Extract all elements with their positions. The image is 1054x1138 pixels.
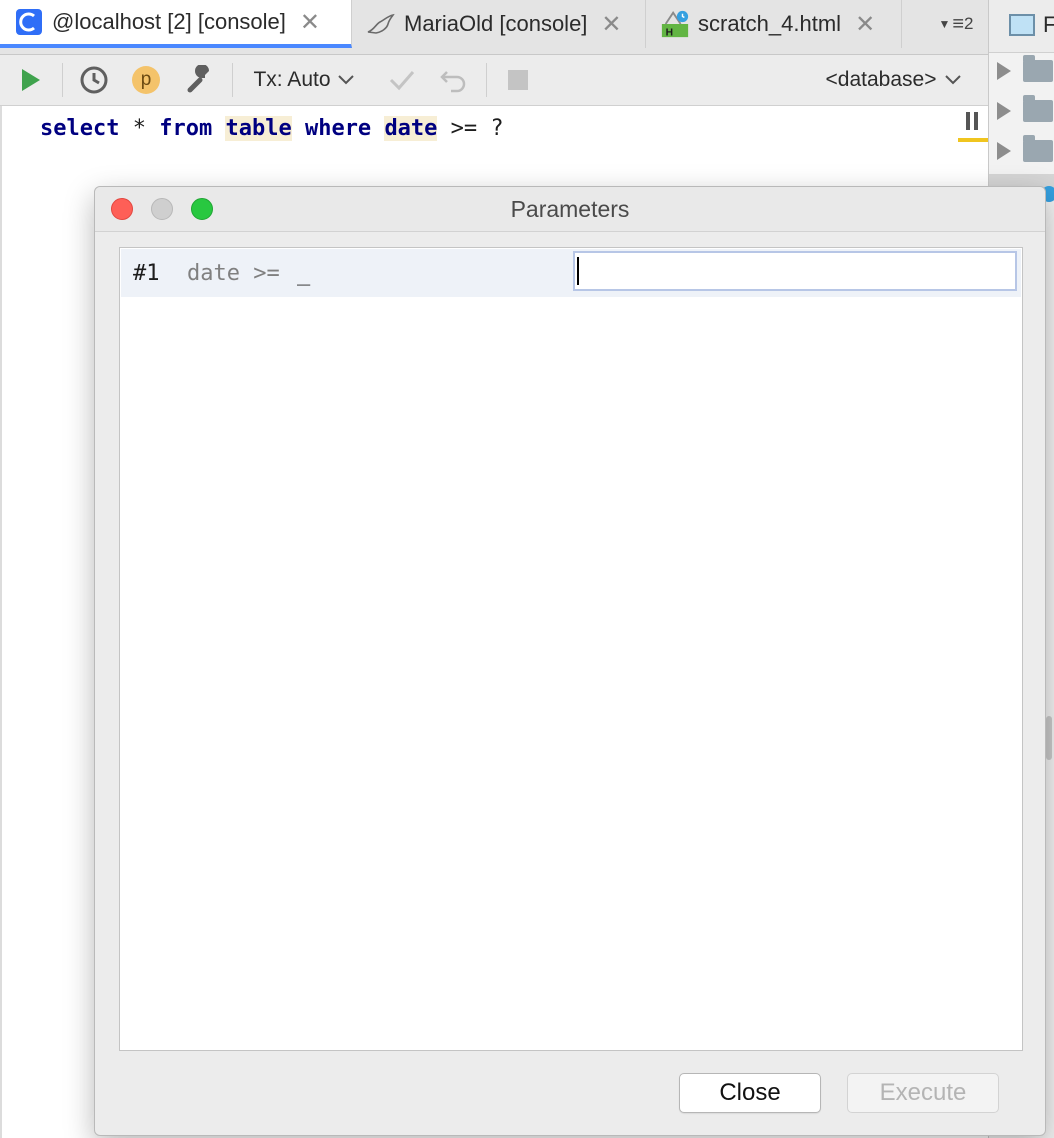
keyword-from: from — [159, 116, 213, 141]
expand-arrow-icon — [997, 142, 1011, 160]
parameter-number: #1 — [133, 260, 160, 286]
svg-text:H: H — [666, 27, 673, 38]
close-button[interactable]: Close — [679, 1073, 821, 1113]
editor-tab-bar: @localhost [2] [console] ✕ MariaOld [con… — [0, 0, 988, 55]
folder-icon — [1023, 95, 1053, 122]
panel-title-fragment: F — [1043, 12, 1054, 37]
keyword-where: where — [304, 116, 372, 141]
panel-scrollbar[interactable] — [1046, 716, 1052, 760]
tab-label: MariaOld [console] — [404, 11, 588, 36]
expand-arrow-icon — [997, 102, 1011, 120]
transaction-mode-dropdown[interactable]: Tx: Auto — [248, 55, 360, 105]
undo-icon — [440, 71, 466, 93]
tab-scratch-html[interactable]: H scratch_4.html ✕ — [646, 0, 902, 48]
stop-button[interactable] — [500, 55, 536, 105]
chevron-down-icon: ▼ — [938, 17, 951, 31]
html-scratch-icon: H — [660, 9, 690, 39]
tab-overflow-count: 2 — [964, 14, 974, 33]
toolbar-separator — [62, 63, 63, 97]
commit-button[interactable] — [384, 55, 420, 105]
wrench-icon — [187, 65, 209, 93]
close-tab-icon[interactable]: ✕ — [855, 10, 875, 39]
folder-icon — [1023, 135, 1053, 162]
window-icon — [1009, 14, 1035, 36]
stop-icon — [508, 70, 528, 90]
execute-button[interactable]: Execute — [847, 1073, 999, 1113]
text-caret — [577, 257, 579, 285]
identifier-date: date — [384, 116, 438, 141]
folder-icon — [1023, 55, 1053, 82]
expand-arrow-icon — [997, 62, 1011, 80]
run-button[interactable] — [12, 55, 48, 105]
tab-mariaold-console[interactable]: MariaOld [console] ✕ — [352, 0, 646, 48]
tab-label: scratch_4.html — [698, 11, 842, 36]
clock-icon — [80, 66, 108, 94]
history-button[interactable] — [76, 55, 112, 105]
operator-parameter: >= ? — [437, 116, 504, 141]
error-stripe-marker — [958, 138, 988, 142]
toolbar-separator — [232, 63, 233, 97]
parameter-row[interactable]: #1 date >= _ — [121, 249, 1021, 297]
dialog-titlebar: Parameters — [95, 187, 1045, 232]
tree-node[interactable] — [997, 135, 1053, 166]
mariadb-seal-icon — [366, 9, 396, 39]
dialog-title: Parameters — [510, 195, 630, 222]
console-toolbar: p Tx: Auto <database> — [0, 55, 988, 106]
keyword-select: select — [40, 116, 120, 141]
parameters-table: #1 date >= _ — [119, 247, 1023, 1051]
tab-label: @localhost [2] [console] — [52, 9, 286, 34]
parameter-expression: date >= — [187, 260, 280, 286]
parameter-placeholder-mark: _ — [297, 260, 311, 286]
parameters-dialog: Parameters #1 date >= _ Close Execute — [94, 186, 1046, 1136]
profile-button[interactable]: p — [128, 55, 164, 105]
chevron-down-icon — [945, 75, 962, 85]
profile-label: p — [140, 69, 152, 90]
toolbar-separator — [486, 63, 487, 97]
panel-header: F — [989, 0, 1054, 53]
tab-overflow-button[interactable]: ▼ ≡ 2 — [924, 0, 988, 48]
tree-node[interactable] — [997, 55, 1053, 86]
database-label: <database> — [825, 68, 937, 91]
rollback-button[interactable] — [436, 55, 472, 105]
parameter-value-input[interactable] — [573, 251, 1017, 291]
checkmark-icon — [389, 71, 415, 91]
chevron-down-icon — [337, 75, 354, 85]
tab-localhost-console[interactable]: @localhost [2] [console] ✕ — [0, 0, 352, 48]
database-dropdown[interactable]: <database> — [812, 55, 976, 105]
settings-button[interactable] — [180, 55, 220, 105]
console-icon — [14, 7, 44, 37]
keyword-table: table — [225, 116, 292, 141]
tree-node[interactable] — [997, 95, 1053, 126]
list-icon: ≡ — [952, 12, 965, 35]
close-tab-icon[interactable]: ✕ — [300, 8, 320, 37]
tx-mode-label: Tx: Auto — [253, 68, 331, 91]
operator-star: * — [119, 116, 160, 141]
close-tab-icon[interactable]: ✕ — [601, 10, 621, 39]
play-icon — [22, 69, 40, 91]
profile-p-icon: p — [132, 66, 160, 94]
sql-code-line: select * from table where date >= ? — [40, 114, 504, 144]
